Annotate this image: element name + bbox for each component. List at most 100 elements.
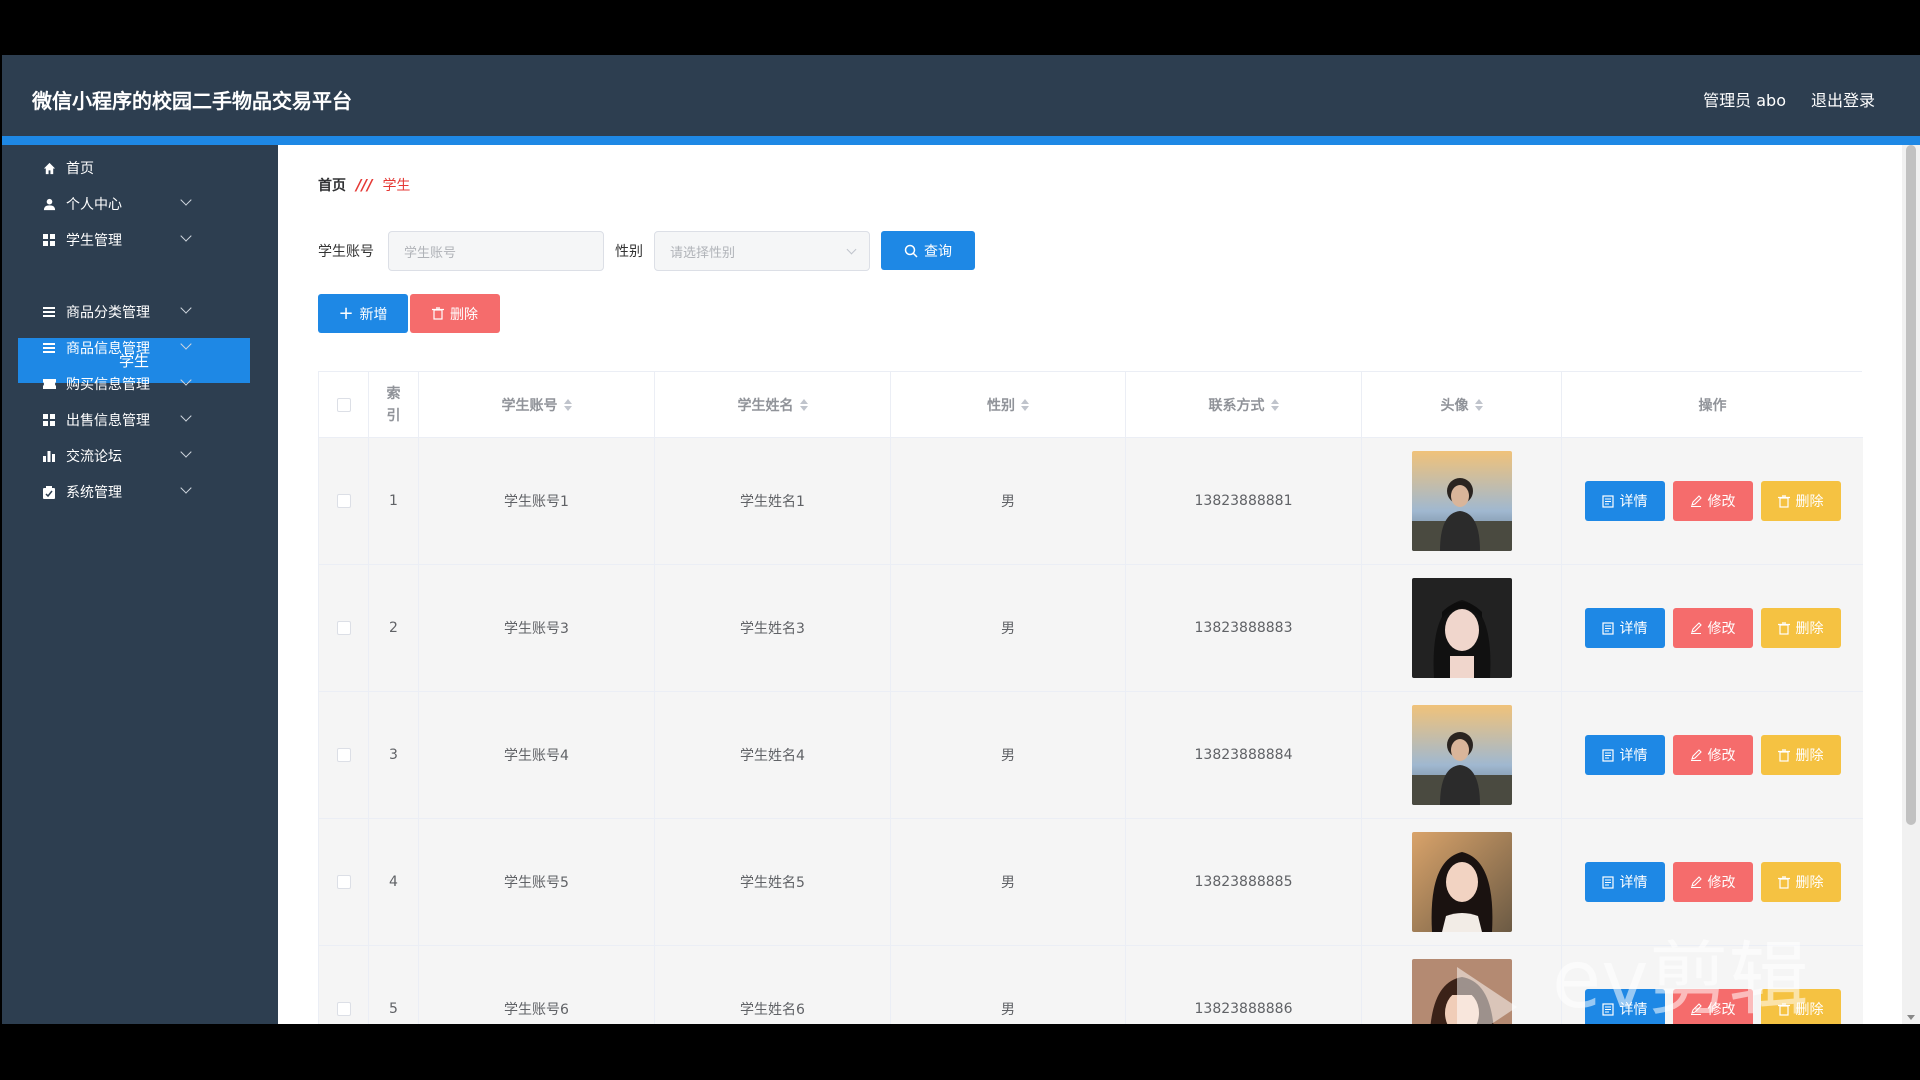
detail-button[interactable]: 详情 [1584, 481, 1665, 521]
chevron-down-icon [180, 446, 192, 458]
row-select[interactable] [319, 946, 369, 1024]
header-select-all[interactable] [319, 372, 369, 437]
sort-icon[interactable] [1270, 398, 1279, 411]
delete-button[interactable]: 删除 [1760, 481, 1841, 521]
current-user: 管理员 abo [1703, 91, 1786, 110]
home-icon [42, 161, 56, 175]
row-actions: 详情 修改 删除 [1562, 692, 1863, 818]
row-select[interactable] [319, 692, 369, 818]
scrollbar-thumb[interactable] [1906, 145, 1916, 825]
gender-select-placeholder: 请选择性别 [670, 245, 736, 261]
sidebar-item-student-management[interactable]: 学生管理 [42, 225, 242, 255]
sort-icon[interactable] [563, 398, 572, 411]
edit-button[interactable]: 修改 [1672, 608, 1753, 648]
plus-icon: + [338, 302, 354, 324]
row-gender: 男 [891, 438, 1126, 564]
row-index: 5 [369, 946, 419, 1024]
bar-chart-icon [42, 449, 56, 463]
sidebar-item-sale-management[interactable]: 出售信息管理 [42, 405, 242, 435]
edit-button[interactable]: 修改 [1672, 481, 1753, 521]
grid-icon [42, 413, 56, 427]
row-avatar-cell [1362, 565, 1562, 691]
delete-button[interactable]: 删除 [1760, 862, 1841, 902]
sidebar-item-personal-center[interactable]: 个人中心 [42, 189, 242, 219]
sort-icon[interactable] [1474, 398, 1483, 411]
table-row[interactable]: 2 学生账号3 学生姓名3 男 13823888883 详情 修改 删除 [319, 565, 1863, 692]
detail-button-label: 详情 [1619, 621, 1648, 637]
avatar[interactable] [1411, 451, 1512, 551]
add-button-label: 新增 [359, 306, 388, 323]
sidebar-item-purchase-management[interactable]: 购买信息管理 [42, 369, 242, 399]
app-window: 微信小程序的校园二手物品交易平台 管理员 abo 退出登录 首页 个人中心 学生… [2, 55, 1920, 1024]
header-account[interactable]: 学生账号 [419, 372, 655, 437]
delete-button[interactable]: 删除 [1760, 608, 1841, 648]
watermark: ev剪辑 [1552, 933, 1809, 1024]
logout-link[interactable]: 退出登录 [1811, 87, 1875, 111]
breadcrumb-separator: /// [356, 176, 373, 194]
top-bar: 微信小程序的校园二手物品交易平台 管理员 abo 退出登录 [2, 55, 1920, 136]
header-actions: 操作 [1698, 397, 1727, 414]
row-index: 3 [369, 692, 419, 818]
row-select[interactable] [319, 819, 369, 945]
row-select[interactable] [319, 438, 369, 564]
sidebar-item-forum[interactable]: 交流论坛 [42, 441, 242, 471]
detail-button[interactable]: 详情 [1584, 735, 1665, 775]
avatar[interactable] [1411, 832, 1512, 932]
table-row[interactable]: 1 学生账号1 学生姓名1 男 13823888881 详情 修改 删除 [319, 438, 1863, 565]
table-row[interactable]: 3 学生账号4 学生姓名4 男 13823888884 详情 修改 删除 [319, 692, 1863, 819]
document-icon [1601, 621, 1614, 635]
sidebar-item-label: 系统管理 [66, 485, 122, 501]
table-header-row: 索引 学生账号 学生姓名 性别 联系方式 头像 操作 [319, 372, 1863, 438]
header-avatar[interactable]: 头像 [1362, 372, 1562, 437]
vertical-scrollbar[interactable] [1902, 145, 1920, 1024]
account-search-input[interactable]: 学生账号 [388, 231, 604, 271]
detail-button[interactable]: 详情 [1584, 862, 1665, 902]
sidebar-item-label: 交流论坛 [66, 449, 122, 465]
list-icon [42, 305, 56, 319]
avatar[interactable] [1411, 578, 1512, 678]
sort-icon[interactable] [799, 398, 808, 411]
row-phone: 13823888884 [1126, 692, 1362, 818]
checkbox[interactable] [336, 494, 351, 508]
row-avatar-cell [1362, 692, 1562, 818]
sidebar-item-product-management[interactable]: 商品信息管理 [42, 333, 242, 363]
checkbox[interactable] [336, 621, 351, 635]
row-account: 学生账号6 [419, 946, 655, 1024]
row-select[interactable] [319, 565, 369, 691]
checkbox[interactable] [336, 875, 351, 889]
main-content: 首页 /// 学生 学生账号 学生账号 性别 请选择性别 查询 + 新增 删除 … [278, 145, 1902, 1024]
sidebar-item-system-management[interactable]: 系统管理 [42, 477, 242, 507]
row-account: 学生账号3 [419, 565, 655, 691]
row-gender: 男 [891, 819, 1126, 945]
query-button[interactable]: 查询 [881, 231, 975, 270]
query-button-label: 查询 [924, 243, 952, 260]
gender-select[interactable]: 请选择性别 [654, 231, 870, 271]
edit-button[interactable]: 修改 [1672, 735, 1753, 775]
user-icon [42, 197, 56, 211]
detail-button[interactable]: 详情 [1584, 608, 1665, 648]
breadcrumb-home[interactable]: 首页 [318, 175, 346, 195]
header-name[interactable]: 学生姓名 [655, 372, 891, 437]
header-gender[interactable]: 性别 [891, 372, 1126, 437]
trash-icon [1777, 875, 1790, 889]
sidebar-item-category-management[interactable]: 商品分类管理 [42, 297, 242, 327]
checkbox[interactable] [336, 397, 351, 412]
avatar[interactable] [1411, 705, 1512, 805]
gender-label: 性别 [615, 244, 643, 260]
search-icon [904, 244, 918, 258]
add-button[interactable]: + 新增 [318, 294, 408, 333]
document-icon [1601, 748, 1614, 762]
checkbox[interactable] [336, 1002, 351, 1016]
scroll-down-arrow-icon[interactable] [1907, 1015, 1915, 1020]
trash-icon [1777, 621, 1790, 635]
edit-icon [1690, 876, 1702, 888]
checkbox[interactable] [336, 748, 351, 762]
sidebar-item-home[interactable]: 首页 [42, 153, 242, 183]
delete-button[interactable]: 删除 [1760, 735, 1841, 775]
sort-icon[interactable] [1021, 398, 1029, 411]
header-avatar-label: 头像 [1440, 397, 1469, 414]
batch-delete-button[interactable]: 删除 [410, 294, 500, 333]
sidebar-item-label: 首页 [66, 161, 94, 177]
header-phone[interactable]: 联系方式 [1126, 372, 1362, 437]
edit-button[interactable]: 修改 [1672, 862, 1753, 902]
